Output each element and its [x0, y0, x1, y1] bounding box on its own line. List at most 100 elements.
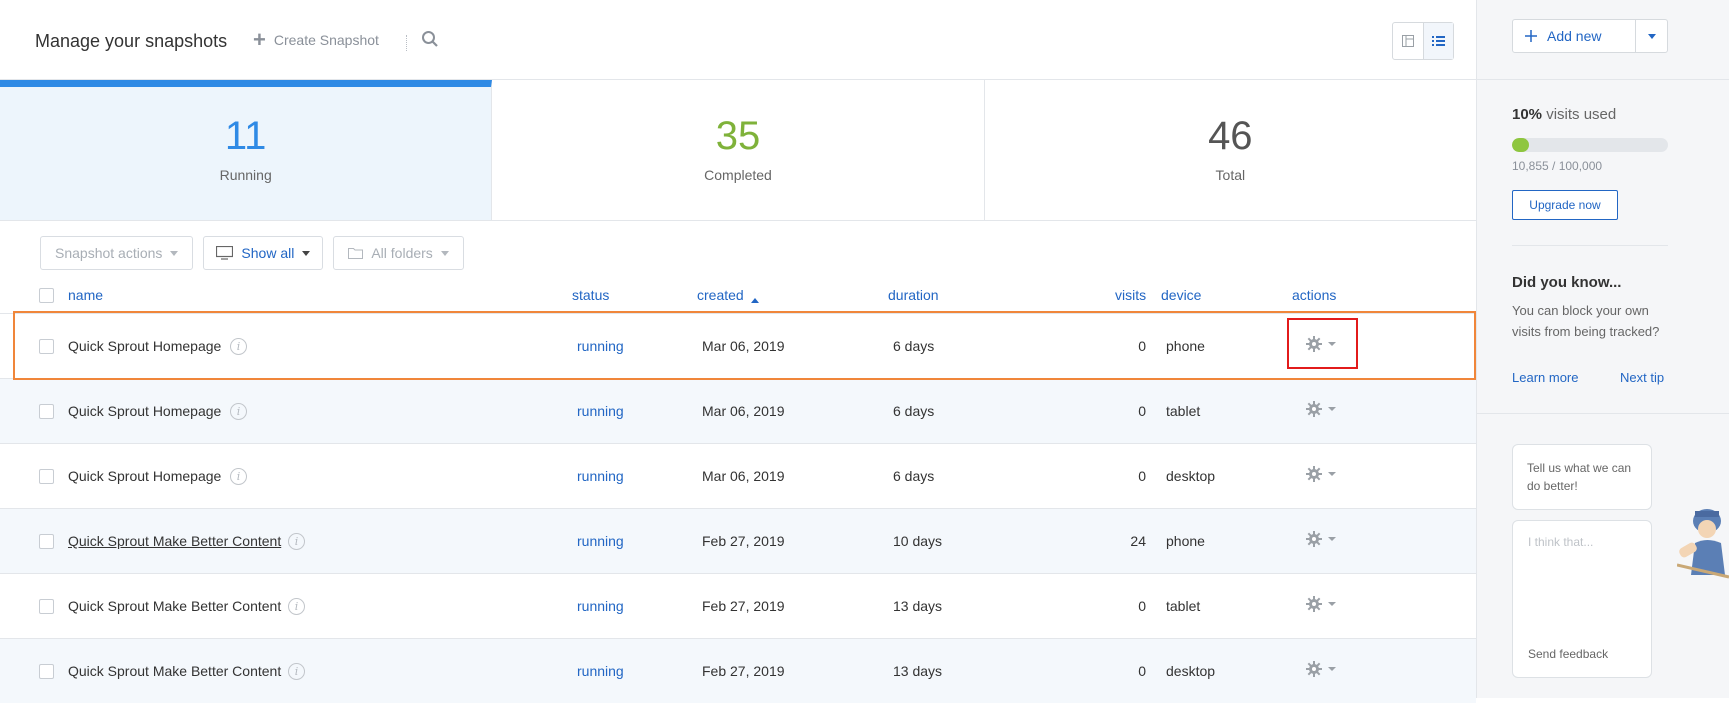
snapshot-actions-dropdown[interactable]: Snapshot actions	[40, 236, 194, 270]
chevron-down-icon	[1647, 33, 1656, 39]
stat-label: Running	[219, 167, 272, 183]
divider	[1477, 413, 1729, 414]
show-all-dropdown[interactable]: Show all	[203, 236, 324, 270]
all-folders-label: All folders	[371, 245, 433, 261]
row-actions-menu[interactable]	[1306, 661, 1336, 677]
duration-text: 6 days	[893, 338, 935, 354]
gear-icon	[1306, 401, 1322, 417]
create-snapshot-label: Create Snapshot	[273, 32, 379, 48]
col-duration[interactable]: duration	[888, 287, 939, 303]
col-status[interactable]: status	[572, 287, 609, 303]
stat-value: 35	[715, 114, 761, 158]
page-title: Manage your snapshots	[35, 31, 228, 51]
feedback-box[interactable]: I think that... Send feedback	[1512, 520, 1652, 678]
add-new-main[interactable]: Add new	[1513, 20, 1635, 52]
row-actions-menu[interactable]	[1306, 401, 1336, 417]
chevron-down-icon	[1328, 602, 1336, 606]
table-row[interactable]: Quick Sprout Homepage i running Mar 06, 201…	[0, 378, 1476, 443]
table-row[interactable]: Quick Sprout Make Better Content i running…	[0, 638, 1476, 703]
row-checkbox[interactable]	[39, 599, 54, 614]
upgrade-button[interactable]: Upgrade now	[1512, 190, 1618, 220]
stat-running[interactable]: 11 Running	[0, 80, 493, 220]
view-toggle	[1392, 22, 1454, 60]
list-view-icon[interactable]	[1423, 23, 1453, 59]
row-checkbox[interactable]	[39, 469, 54, 484]
device-text: phone	[1166, 338, 1205, 354]
visits-used: 10% visits used	[1512, 106, 1616, 123]
created-date: Feb 27, 2019	[702, 598, 785, 614]
table-row[interactable]: Quick Sprout Make Better Content i running…	[0, 508, 1476, 573]
status-text: running	[577, 338, 624, 354]
info-icon[interactable]: i	[288, 598, 305, 615]
row-checkbox[interactable]	[39, 339, 54, 354]
mascot-illustration	[1676, 495, 1729, 590]
snapshot-name-link[interactable]: Quick Sprout Make Better Content	[68, 533, 281, 549]
chevron-down-icon	[170, 250, 179, 256]
row-checkbox[interactable]	[39, 534, 54, 549]
row-checkbox[interactable]	[39, 404, 54, 419]
info-icon[interactable]: i	[288, 663, 305, 680]
search-icon[interactable]	[421, 30, 439, 53]
snapshot-name-link[interactable]: Quick Sprout Homepage	[68, 468, 221, 484]
add-new-dropdown[interactable]	[1635, 20, 1667, 52]
all-folders-dropdown[interactable]: All folders	[333, 236, 464, 270]
visits-percent: 10%	[1512, 106, 1543, 123]
info-icon[interactable]: i	[288, 533, 305, 550]
monitor-icon	[216, 246, 234, 260]
tip-text: You can block your own visits from being…	[1512, 303, 1660, 339]
chevron-down-icon	[1328, 342, 1336, 346]
col-device[interactable]: device	[1161, 287, 1201, 303]
row-actions-menu[interactable]	[1306, 336, 1336, 352]
col-name[interactable]: name	[68, 287, 103, 303]
visits-progress-fill	[1512, 138, 1529, 152]
status-text: running	[577, 468, 624, 484]
status-text: running	[577, 403, 624, 419]
sidebar: Add new 10% visits used 10,855 / 100,000…	[1476, 0, 1729, 698]
visits-count-cell: 0	[1138, 598, 1146, 614]
table-row[interactable]: Quick Sprout Homepage i running Mar 06, 201…	[0, 443, 1476, 508]
stat-completed[interactable]: 35 Completed	[492, 80, 985, 220]
row-actions-menu[interactable]	[1306, 596, 1336, 612]
device-text: desktop	[1166, 663, 1216, 679]
grid-view-icon[interactable]	[1393, 23, 1423, 59]
snapshot-name-link[interactable]: Quick Sprout Homepage	[68, 338, 221, 354]
header-divider	[406, 35, 407, 51]
visits-count-cell: 0	[1138, 663, 1146, 679]
duration-text: 13 days	[893, 663, 943, 679]
row-actions-menu[interactable]	[1306, 466, 1336, 482]
gear-icon	[1306, 531, 1322, 547]
table-row[interactable]: Quick Sprout Homepage i running Mar 06, 201…	[0, 313, 1476, 378]
table-row[interactable]: Quick Sprout Make Better Content i running…	[0, 573, 1476, 638]
col-visits[interactable]: visits	[1115, 287, 1146, 303]
visits-count-cell: 0	[1138, 338, 1146, 354]
divider	[1477, 79, 1729, 80]
send-feedback-button[interactable]: Send feedback	[1528, 647, 1608, 661]
next-tip-link[interactable]: Next tip	[1620, 370, 1664, 385]
snapshot-name-link[interactable]: Quick Sprout Make Better Content	[68, 663, 281, 679]
sort-asc-icon	[751, 290, 759, 306]
status-text: running	[577, 533, 624, 549]
row-checkbox[interactable]	[39, 664, 54, 679]
learn-more-link[interactable]: Learn more	[1512, 370, 1578, 385]
add-new-button[interactable]: Add new	[1512, 19, 1668, 53]
feedback-input[interactable]: I think that...	[1528, 535, 1593, 549]
create-snapshot-button[interactable]: + Create Snapshot	[253, 27, 379, 52]
plus-icon: +	[253, 27, 266, 52]
chevron-down-icon	[1328, 667, 1336, 671]
duration-text: 6 days	[893, 468, 935, 484]
col-created[interactable]: created	[697, 287, 744, 303]
info-icon[interactable]: i	[230, 403, 247, 420]
visits-used-label: visits used	[1546, 106, 1617, 123]
stat-total[interactable]: 46 Total	[985, 80, 1476, 220]
row-actions-menu[interactable]	[1306, 531, 1336, 547]
select-all-checkbox[interactable]	[39, 288, 54, 303]
visits-count-cell: 0	[1138, 468, 1146, 484]
info-icon[interactable]: i	[230, 338, 247, 355]
visits-count-cell: 24	[1130, 533, 1146, 549]
device-text: desktop	[1166, 468, 1216, 484]
add-new-label: Add new	[1547, 28, 1602, 44]
info-icon[interactable]: i	[230, 468, 247, 485]
gear-icon	[1306, 466, 1322, 482]
snapshot-name-link[interactable]: Quick Sprout Homepage	[68, 403, 221, 419]
snapshot-name-link[interactable]: Quick Sprout Make Better Content	[68, 598, 281, 614]
